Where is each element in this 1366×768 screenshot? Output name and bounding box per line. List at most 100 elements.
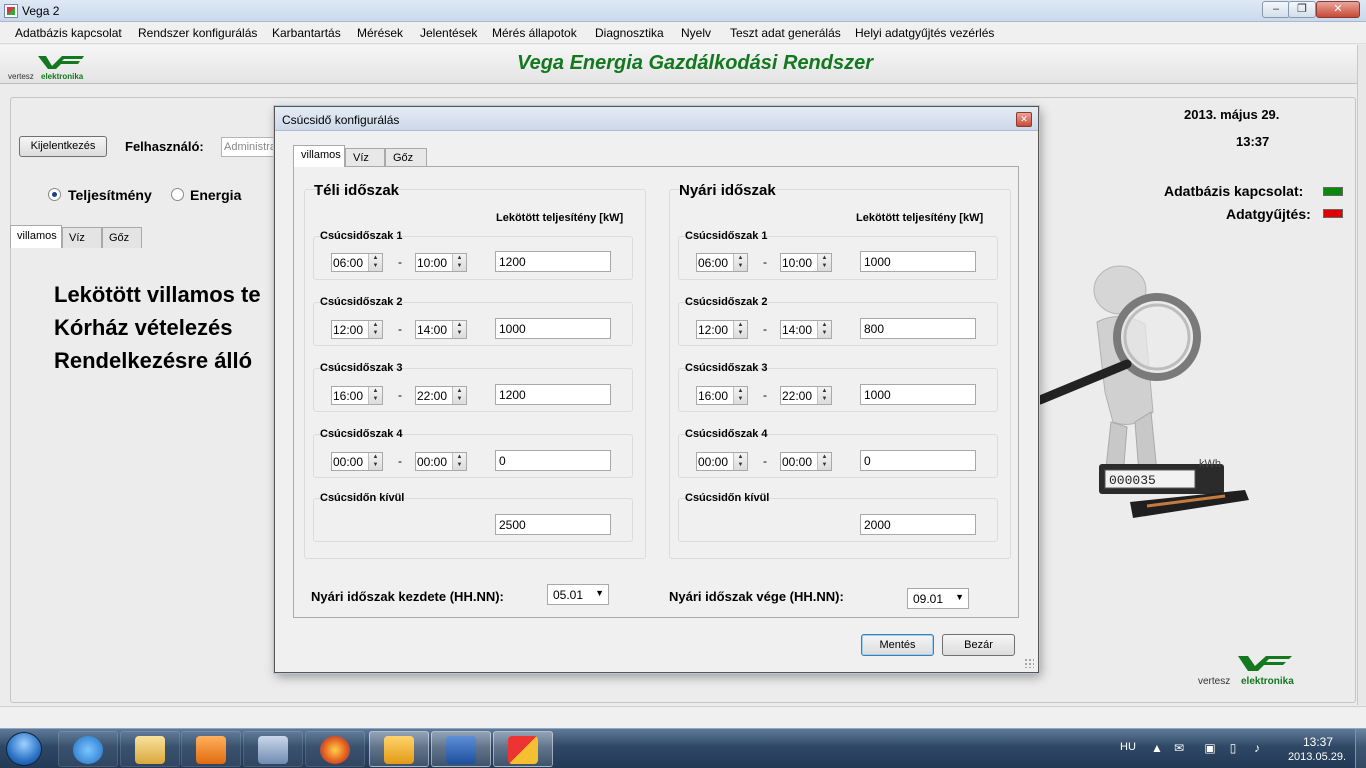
winter-period-4-to[interactable]: 00:00 ▲ ▼: [415, 452, 467, 471]
menu-measurement-states[interactable]: Mérés állapotok: [492, 26, 577, 40]
close-button[interactable]: Bezár: [942, 634, 1015, 656]
winter-period-2-from[interactable]: 12:00 ▲ ▼: [331, 320, 383, 339]
winter-period-2-label: Csúcsidőszak 2: [320, 296, 403, 308]
menu-maintenance[interactable]: Karbantartás: [272, 26, 341, 40]
summer-period-3-to[interactable]: 22:00 ▲ ▼: [780, 386, 832, 405]
menu-system-config[interactable]: Rendszer konfigurálás: [138, 26, 257, 40]
menu-local-collection[interactable]: Helyi adatgyűjtés vezérlés: [855, 26, 994, 40]
window-title: Vega 2: [22, 4, 60, 18]
menu-language[interactable]: Nyelv: [681, 26, 711, 40]
winter-offpeak: Csúcsidőn kívül 2500: [313, 492, 633, 542]
save-button[interactable]: Mentés: [861, 634, 934, 656]
main-tab-steam[interactable]: Gőz: [102, 227, 142, 248]
date-display: 2013. május 29.: [1184, 107, 1280, 122]
main-tab-water[interactable]: Víz: [62, 227, 102, 248]
windows-taskbar: HU ▲ ✉ ▣ ▯ ♪ 13:37 2013.05.29.: [0, 728, 1366, 768]
taskbar-vega-app[interactable]: [493, 731, 553, 767]
winter-period-1-value[interactable]: 1200: [495, 251, 611, 272]
tab-water[interactable]: Víz: [345, 148, 385, 167]
winter-period-4-value[interactable]: 0: [495, 450, 611, 471]
winter-period-4-from[interactable]: 00:00 ▲ ▼: [331, 452, 383, 471]
summer-title: Nyári időszak: [679, 182, 776, 199]
dialog-close-button[interactable]: ✕: [1016, 112, 1032, 127]
main-tab-electric[interactable]: villamos: [10, 225, 62, 248]
range-dash: -: [763, 255, 767, 269]
taskbar-outlook[interactable]: [369, 731, 429, 767]
winter-period-1-from[interactable]: 06:00 ▲ ▼: [331, 253, 383, 272]
menu-database-connection[interactable]: Adatbázis kapcsolat: [15, 26, 122, 40]
winter-column-header: Lekötött teljesítény [kW]: [496, 212, 624, 224]
summer-period-4-from[interactable]: 00:00 ▲ ▼: [696, 452, 748, 471]
tray-mail-icon[interactable]: ✉: [1172, 741, 1186, 755]
winter-period-2-value[interactable]: 1000: [495, 318, 611, 339]
summer-period-4-to[interactable]: 00:00 ▲ ▼: [780, 452, 832, 471]
tray-expand-icon[interactable]: ▲: [1150, 741, 1164, 755]
maximize-button[interactable]: ❐: [1288, 1, 1316, 18]
logout-button[interactable]: Kijelentkezés: [19, 136, 107, 157]
summer-period-2-value[interactable]: 800: [860, 318, 976, 339]
winter-period-3-from[interactable]: 16:00 ▲ ▼: [331, 386, 383, 405]
taskbar-ie[interactable]: [58, 731, 118, 767]
summer-period-1-to[interactable]: 10:00 ▲ ▼: [780, 253, 832, 272]
range-dash: -: [398, 255, 402, 269]
summer-period-1: Csúcsidőszak 1 06:00 ▲ ▼ - 10:00 ▲ ▼ 1000: [678, 230, 998, 280]
range-dash: -: [763, 388, 767, 402]
menu-measurements[interactable]: Mérések: [357, 26, 403, 40]
summer-period-1-value[interactable]: 1000: [860, 251, 976, 272]
menu-diagnostics[interactable]: Diagnosztika: [595, 26, 664, 40]
radio-power[interactable]: [48, 188, 61, 201]
winter-period-3-to[interactable]: 22:00 ▲ ▼: [415, 386, 467, 405]
winter-period-3-value[interactable]: 1200: [495, 384, 611, 405]
tray-language[interactable]: HU: [1120, 741, 1136, 753]
summer-period-2-to[interactable]: 14:00 ▲ ▼: [780, 320, 832, 339]
summer-period-2-from[interactable]: 12:00 ▲ ▼: [696, 320, 748, 339]
summer-period-3-from[interactable]: 16:00 ▲ ▼: [696, 386, 748, 405]
summer-period-3-value[interactable]: 1000: [860, 384, 976, 405]
winter-title: Téli időszak: [314, 182, 400, 199]
tray-signal-icon[interactable]: ▯: [1226, 741, 1240, 755]
summer-group: Nyári időszak Lekötött teljesítény [kW] …: [669, 182, 1011, 559]
summer-period-1-from[interactable]: 06:00 ▲ ▼: [696, 253, 748, 272]
tray-device-icon[interactable]: ▣: [1203, 741, 1217, 755]
tray-clock-date[interactable]: 2013.05.29.: [1282, 751, 1352, 763]
start-button[interactable]: [6, 732, 42, 766]
taskbar-explorer[interactable]: [120, 731, 180, 767]
user-label: Felhasználó:: [125, 139, 204, 154]
summer-offpeak-value[interactable]: 2000: [860, 514, 976, 535]
range-dash: -: [763, 322, 767, 336]
radio-power-label: Teljesítmény: [68, 187, 152, 203]
menu-reports[interactable]: Jelentések: [420, 26, 477, 40]
resize-grip[interactable]: [1024, 658, 1034, 668]
summer-period-3-label: Csúcsidőszak 3: [685, 362, 768, 374]
app-header: vertesz elektronika Vega Energia Gazdálk…: [0, 45, 1366, 84]
show-desktop-button[interactable]: [1355, 729, 1366, 768]
summer-start-select[interactable]: 05.01 ▼: [547, 584, 609, 605]
close-window-button[interactable]: ✕: [1316, 1, 1360, 18]
tab-page-electric: Téli időszak Lekötött teljesítény [kW] C…: [293, 166, 1019, 618]
taskbar-firefox[interactable]: [305, 731, 365, 767]
menu-test-data[interactable]: Teszt adat generálás: [730, 26, 841, 40]
winter-period-2: Csúcsidőszak 2 12:00 ▲ ▼ - 14:00 ▲ ▼ 1000: [313, 296, 633, 346]
taskbar-media-player[interactable]: [181, 731, 241, 767]
winter-period-2-to[interactable]: 14:00 ▲ ▼: [415, 320, 467, 339]
minimize-button[interactable]: –: [1262, 1, 1290, 18]
meter-unit-label: kWh: [1199, 458, 1221, 470]
summer-end-label: Nyári időszak vége (HH.NN):: [669, 589, 844, 604]
winter-period-1-to[interactable]: 10:00 ▲ ▼: [415, 253, 467, 272]
settings-tool-icon: [258, 736, 288, 764]
vertical-scrollbar[interactable]: [1357, 45, 1366, 705]
tab-electric[interactable]: villamos: [293, 145, 345, 167]
info-line-committed: Lekötött villamos te: [54, 282, 261, 307]
dialog-titlebar: Csúcsidő konfigurálás ✕: [275, 107, 1038, 131]
winter-offpeak-value[interactable]: 2500: [495, 514, 611, 535]
taskbar-tool[interactable]: [243, 731, 303, 767]
taskbar-word[interactable]: [431, 731, 491, 767]
tab-steam[interactable]: Gőz: [385, 148, 427, 167]
tray-volume-muted-icon[interactable]: ♪: [1250, 741, 1264, 755]
summer-end-select[interactable]: 09.01 ▼: [907, 588, 969, 609]
radio-energy[interactable]: [171, 188, 184, 201]
svg-text:000035: 000035: [1109, 473, 1156, 488]
summer-period-2: Csúcsidőszak 2 12:00 ▲ ▼ - 14:00 ▲ ▼ 800: [678, 296, 998, 346]
summer-period-4-value[interactable]: 0: [860, 450, 976, 471]
tray-clock-time[interactable]: 13:37: [1290, 735, 1346, 749]
